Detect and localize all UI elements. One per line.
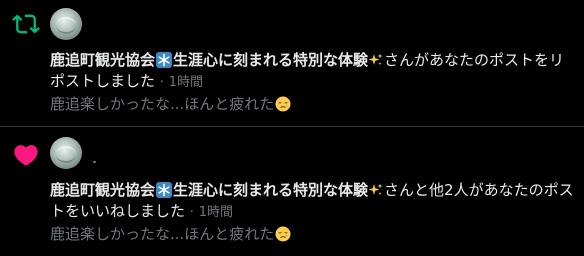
avatar[interactable] bbox=[50, 8, 82, 40]
avatar-image bbox=[56, 146, 76, 163]
notification-headline: 鹿追町観光協会 生涯心に刻まれる特別な体験 さんと他2人があなたのポストをいいねしま… bbox=[50, 180, 574, 223]
avatar-image bbox=[56, 17, 76, 34]
display-name-part1: 鹿追町観光協会 bbox=[50, 51, 156, 69]
notification-body: 鹿追町観光協会 生涯心に刻まれる特別な体験 さんと他2人があなたのポストをいいねしま… bbox=[50, 180, 574, 245]
separator: · bbox=[159, 75, 164, 90]
notification-headline: 鹿追町観光協会 生涯心に刻まれる特別な体験 さんがあなたのポストをリポストしました … bbox=[50, 50, 574, 93]
retweet-icon bbox=[12, 14, 40, 34]
snowflake-emoji-icon bbox=[156, 182, 173, 198]
display-name-part2: 生涯心に刻まれる特別な体験 bbox=[173, 51, 369, 69]
display-name-part2: 生涯心に刻まれる特別な体験 bbox=[173, 181, 369, 199]
timestamp[interactable]: 1時間 bbox=[169, 75, 203, 90]
notification-item-like[interactable]: 鹿追町観光協会 生涯心に刻まれる特別な体験 さんと他2人があなたのポストをいいねしま… bbox=[0, 127, 584, 256]
display-name[interactable]: 鹿追町観光協会 生涯心に刻まれる特別な体験 bbox=[50, 51, 384, 69]
snowflake-emoji-icon bbox=[156, 52, 173, 68]
avatar[interactable] bbox=[50, 137, 82, 169]
notification-body: 鹿追町観光協会 生涯心に刻まれる特別な体験 さんがあなたのポストをリポストしました … bbox=[50, 50, 574, 115]
notification-item-retweet[interactable]: 鹿追町観光協会 生涯心に刻まれる特別な体験 さんがあなたのポストをリポストしました … bbox=[0, 0, 584, 127]
quoted-post-text[interactable]: 鹿追楽しかったな...ほんと疲れた bbox=[50, 94, 574, 115]
display-name[interactable]: 鹿追町観光協会 生涯心に刻まれる特別な体験 bbox=[50, 181, 384, 199]
sleepy-face-emoji-icon bbox=[275, 226, 291, 242]
quoted-post-text[interactable]: 鹿追楽しかったな...ほんと疲れた bbox=[50, 224, 574, 245]
separator: · bbox=[189, 205, 194, 220]
display-name-part1: 鹿追町観光協会 bbox=[50, 181, 156, 199]
sparkles-emoji-icon bbox=[369, 183, 383, 196]
quoted-post-content: 鹿追楽しかったな...ほんと疲れた bbox=[50, 225, 275, 243]
heart-icon bbox=[14, 145, 38, 166]
quoted-post-content: 鹿追楽しかったな...ほんと疲れた bbox=[50, 95, 275, 113]
sparkles-emoji-icon bbox=[369, 53, 383, 66]
sleepy-face-emoji-icon bbox=[275, 96, 291, 112]
decorative-dot bbox=[93, 161, 96, 163]
timestamp[interactable]: 1時間 bbox=[199, 205, 233, 220]
